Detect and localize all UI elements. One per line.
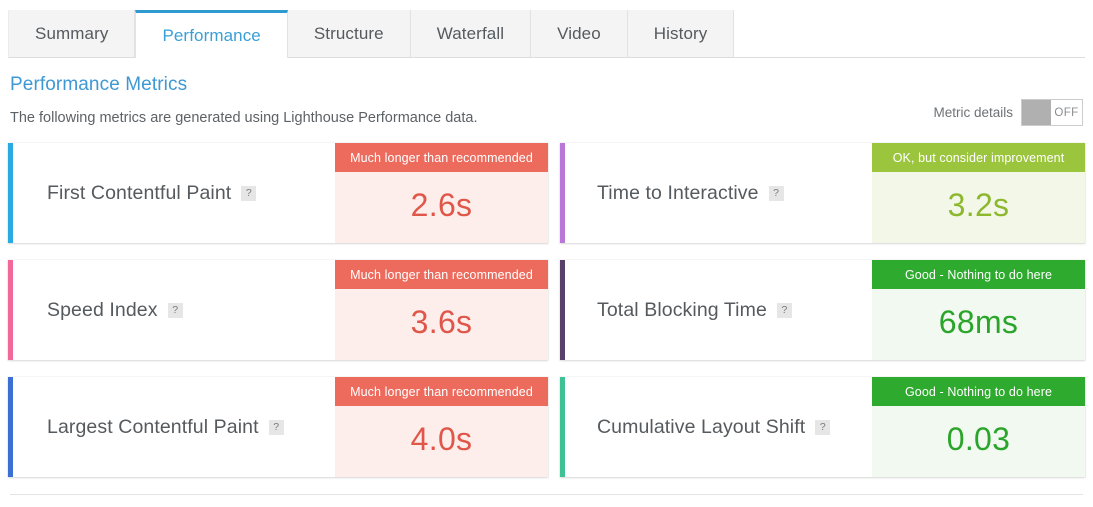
metric-card: Total Blocking Time? Good - Nothing to do…: [560, 260, 1085, 360]
metric-value-area: Much longer than recommended 4.0s: [335, 377, 548, 477]
tab-summary[interactable]: Summary: [8, 10, 136, 57]
metric-name: Cumulative Layout Shift: [597, 415, 806, 438]
help-icon[interactable]: ?: [776, 302, 792, 318]
tab-video[interactable]: Video: [531, 10, 628, 57]
help-icon[interactable]: ?: [167, 302, 183, 318]
status-badge: Much longer than recommended: [335, 377, 548, 406]
metric-value: 2.6s: [335, 172, 548, 243]
metric-value-area: Good - Nothing to do here 0.03: [872, 377, 1085, 477]
tab-label: Structure: [313, 23, 384, 43]
status-badge: Good - Nothing to do here: [872, 260, 1085, 289]
metric-value: 4.0s: [335, 406, 548, 477]
toggle-knob[interactable]: [1022, 100, 1051, 125]
metric-label-area: Largest Contentful Paint?: [13, 377, 335, 477]
help-icon[interactable]: ?: [268, 419, 284, 435]
tab-label: Summary: [35, 23, 109, 43]
tab-label: History: [653, 23, 708, 43]
tab-bar: Summary Performance Structure Waterfall Vide…: [8, 10, 1085, 59]
status-badge: Much longer than recommended: [335, 260, 548, 289]
metrics-grid: First Contentful Paint? Much longer than …: [8, 143, 1085, 477]
metric-value-area: Much longer than recommended 2.6s: [335, 143, 548, 243]
metric-label-area: First Contentful Paint?: [13, 143, 335, 243]
metric-label-area: Time to Interactive?: [565, 143, 872, 243]
metric-details-toggle[interactable]: OFF: [1021, 99, 1083, 126]
metric-value-area: Much longer than recommended 3.6s: [335, 260, 548, 360]
metric-name: Time to Interactive: [597, 181, 759, 204]
page-title: Performance Metrics: [10, 74, 188, 95]
metric-name: First Contentful Paint: [47, 181, 232, 204]
metric-value: 0.03: [872, 406, 1085, 477]
performance-metrics-page: Summary Performance Structure Waterfall Vide…: [0, 0, 1093, 507]
metric-label-area: Total Blocking Time?: [565, 260, 872, 360]
metric-label-area: Speed Index?: [13, 260, 335, 360]
metric-value: 68ms: [872, 289, 1085, 360]
metric-card: First Contentful Paint? Much longer than …: [8, 143, 548, 243]
help-icon[interactable]: ?: [815, 419, 831, 435]
tab-history[interactable]: History: [627, 10, 735, 57]
metric-card: Cumulative Layout Shift? Good - Nothing t…: [560, 377, 1085, 477]
metric-card: Time to Interactive? OK, but consider imp…: [560, 143, 1085, 243]
metric-name: Speed Index: [47, 298, 158, 321]
status-badge: Good - Nothing to do here: [872, 377, 1085, 406]
status-badge: OK, but consider improvement: [872, 143, 1085, 172]
help-icon[interactable]: ?: [768, 185, 784, 201]
metric-value-area: Good - Nothing to do here 68ms: [872, 260, 1085, 360]
metric-details-label: Metric details: [933, 105, 1013, 120]
metric-details-control: Metric details OFF: [933, 99, 1083, 126]
tab-label: Waterfall: [436, 23, 505, 43]
tab-performance[interactable]: Performance: [135, 10, 288, 59]
metric-name: Largest Contentful Paint: [47, 415, 259, 438]
metric-value: 3.6s: [335, 289, 548, 360]
metric-card: Speed Index? Much longer than recommended…: [8, 260, 548, 360]
metric-name: Total Blocking Time: [597, 298, 767, 321]
tab-waterfall[interactable]: Waterfall: [410, 10, 532, 57]
metric-value-area: OK, but consider improvement 3.2s: [872, 143, 1085, 243]
tab-label: Video: [557, 23, 601, 43]
metric-label-area: Cumulative Layout Shift?: [565, 377, 872, 477]
metric-card: Largest Contentful Paint? Much longer tha…: [8, 377, 548, 477]
toggle-state-label: OFF: [1054, 106, 1079, 119]
tab-label: Performance: [162, 25, 261, 45]
footer-divider: [10, 494, 1083, 495]
help-icon[interactable]: ?: [241, 185, 257, 201]
status-badge: Much longer than recommended: [335, 143, 548, 172]
tab-structure[interactable]: Structure: [287, 10, 411, 57]
metric-value: 3.2s: [872, 172, 1085, 243]
page-subtitle: The following metrics are generated usin…: [10, 110, 478, 126]
